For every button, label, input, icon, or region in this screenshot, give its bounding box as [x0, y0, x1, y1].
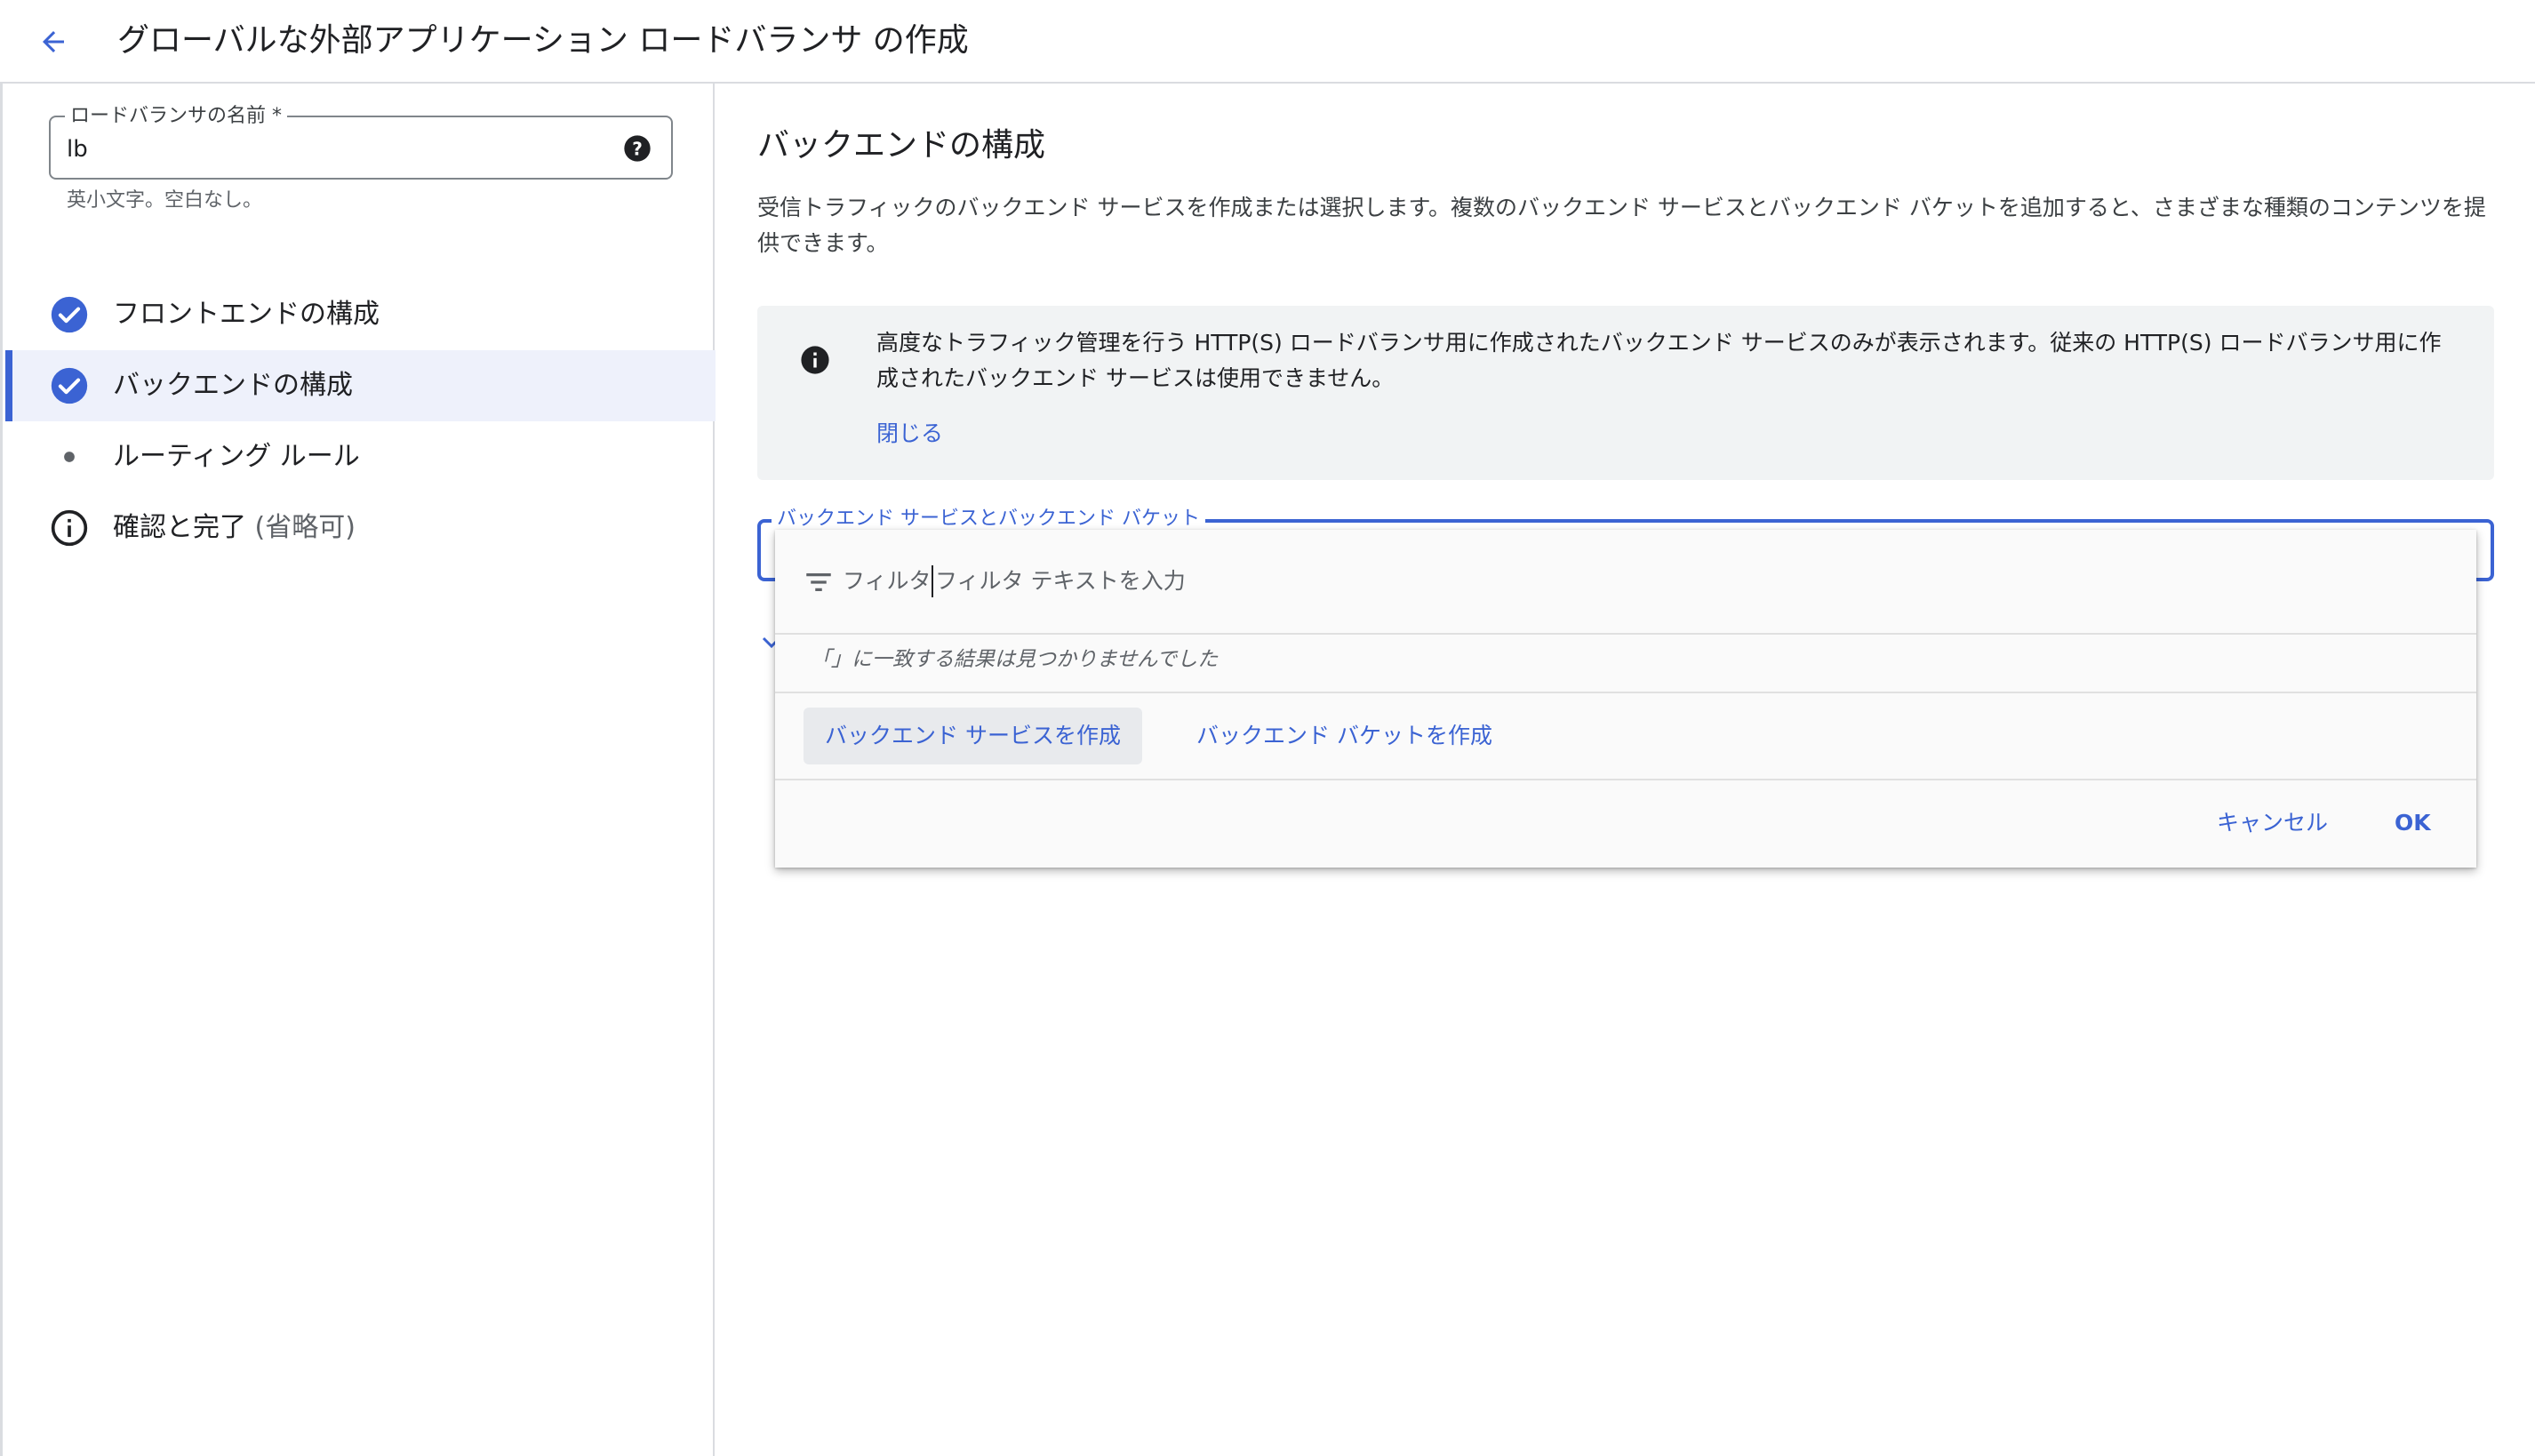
filter-row: フィルタ [775, 530, 2476, 635]
backend-select-label: バックエンド サービスとバックエンド バケット [772, 507, 1205, 532]
optional-tag: (省略可) [254, 512, 356, 543]
create-backend-bucket-button[interactable]: バックエンド バケットを作成 [1189, 708, 1499, 764]
ok-button[interactable]: OK [2387, 802, 2438, 844]
step-label: 確認と完了 (省略可) [113, 512, 356, 543]
page-header: グローバルな外部アプリケーション ロードバランサ の作成 [0, 0, 2535, 84]
info-outline-icon [50, 508, 89, 548]
dot-icon [50, 437, 89, 476]
arrow-back-icon [43, 31, 64, 52]
lb-name-hint: 英小文字。空白なし。 [67, 189, 263, 212]
divider [775, 692, 2476, 693]
svg-text:?: ? [632, 138, 643, 159]
step-review[interactable]: 確認と完了 (省略可) [5, 492, 716, 564]
backend-dropdown-panel: フィルタ 「」に一致する結果は見つかりませんでした バックエンド サービスを作成… [775, 530, 2476, 868]
step-label: フロントエンドの構成 [113, 299, 380, 330]
info-icon [801, 346, 829, 374]
help-icon[interactable]: ? [623, 134, 652, 163]
cancel-button[interactable]: キャンセル [2210, 802, 2335, 844]
filter-label: フィルタ [843, 568, 932, 594]
no-results-message: 「」に一致する結果は見つかりませんでした [811, 648, 1219, 671]
sidebar: ロードバランサの名前 * ? 英小文字。空白なし。 フロントエンドの構成 バック… [0, 84, 716, 1456]
lb-name-label: ロードバランサの名前 * [65, 105, 287, 128]
check-circle-icon [50, 366, 89, 405]
section-title: バックエンドの構成 [757, 127, 1046, 164]
step-frontend[interactable]: フロントエンドの構成 [5, 279, 716, 350]
page-title: グローバルな外部アプリケーション ロードバランサ の作成 [117, 22, 969, 59]
check-circle-icon [50, 295, 89, 334]
step-routing[interactable]: ルーティング ルール [5, 421, 716, 492]
lb-name-field[interactable]: ロードバランサの名前 * ? [49, 105, 673, 180]
divider [775, 779, 2476, 780]
section-description: 受信トラフィックのバックエンド サービスを作成または選択します。複数のバックエン… [757, 195, 2486, 256]
filter-icon [806, 573, 831, 591]
lb-name-input[interactable] [67, 135, 600, 164]
info-banner-text: 高度なトラフィック管理を行う HTTP(S) ロードバランサ用に作成されたバック… [876, 330, 2442, 391]
create-backend-service-button[interactable]: バックエンド サービスを作成 [804, 708, 1142, 764]
step-label: ルーティング ルール [113, 441, 360, 472]
back-button[interactable] [32, 20, 75, 63]
step-label: バックエンドの構成 [113, 370, 353, 401]
filter-input[interactable] [932, 565, 2176, 597]
info-banner: 高度なトラフィック管理を行う HTTP(S) ロードバランサ用に作成されたバック… [757, 306, 2494, 480]
info-dismiss-link[interactable]: 閉じる [876, 416, 943, 452]
step-backend[interactable]: バックエンドの構成 [5, 350, 716, 421]
